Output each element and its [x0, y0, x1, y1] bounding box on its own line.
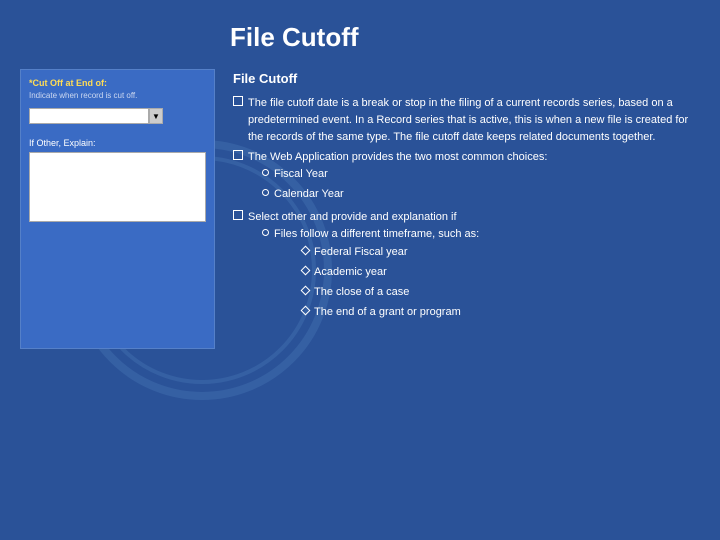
sub-bullet-fiscal: Fiscal Year	[262, 166, 547, 183]
bullet-2-text: The Web Application provides the two mos…	[248, 149, 547, 166]
bullet-3-content: Select other and provide and explanation…	[248, 209, 479, 326]
form-panel: *Cut Off at End of: Indicate when record…	[20, 69, 215, 349]
content-area: *Cut Off at End of: Indicate when record…	[0, 69, 720, 349]
cutoff-input-row: ▼	[29, 108, 206, 124]
bullet-2: The Web Application provides the two mos…	[233, 149, 700, 206]
circle-icon-files	[262, 229, 269, 236]
bullet-3-text: Select other and provide and explanation…	[248, 209, 479, 226]
sub-bullet-files-content: Files follow a different timeframe, such…	[274, 226, 479, 323]
subsub-close-text: The close of a case	[314, 284, 409, 301]
sub-bullet-fiscal-text: Fiscal Year	[274, 166, 328, 183]
dropdown-arrow-icon[interactable]: ▼	[149, 108, 163, 124]
subsub-academic-text: Academic year	[314, 264, 387, 281]
other-label: If Other, Explain:	[29, 138, 206, 148]
subsub-federal-text: Federal Fiscal year	[314, 244, 408, 261]
sub-bullet-files-text: Files follow a different timeframe, such…	[274, 226, 479, 243]
subsub-federal: Federal Fiscal year	[302, 244, 479, 261]
cutoff-input[interactable]	[29, 108, 149, 124]
bullet-square-icon-2	[233, 150, 243, 160]
subsub-academic: Academic year	[302, 264, 479, 281]
diamond-icon-close	[301, 285, 311, 295]
bullet-1-text: The file cutoff date is a break or stop …	[248, 95, 700, 146]
cutoff-field-label: *Cut Off at End of:	[29, 78, 206, 88]
diamond-icon-academic	[301, 265, 311, 275]
sub-bullet-calendar-text: Calendar Year	[274, 186, 344, 203]
text-panel-title: File Cutoff	[233, 69, 700, 89]
bullet-1: The file cutoff date is a break or stop …	[233, 95, 700, 146]
bullet-3: Select other and provide and explanation…	[233, 209, 700, 326]
page-title: File Cutoff	[0, 0, 720, 69]
bullet-square-icon-3	[233, 210, 243, 220]
diamond-icon-grant	[301, 305, 311, 315]
subsub-grant: The end of a grant or program	[302, 304, 479, 321]
diamond-icon-federal	[301, 245, 311, 255]
bullet-2-content: The Web Application provides the two mos…	[248, 149, 547, 206]
circle-icon-fiscal	[262, 169, 269, 176]
circle-icon-calendar	[262, 189, 269, 196]
subsub-grant-text: The end of a grant or program	[314, 304, 461, 321]
text-panel: File Cutoff The file cutoff date is a br…	[233, 69, 700, 349]
bullet-square-icon-1	[233, 96, 243, 106]
sub-bullet-calendar: Calendar Year	[262, 186, 547, 203]
cutoff-field-hint: Indicate when record is cut off.	[29, 91, 206, 100]
other-explain-textarea[interactable]	[29, 152, 206, 222]
subsub-close: The close of a case	[302, 284, 479, 301]
sub-bullet-files: Files follow a different timeframe, such…	[262, 226, 479, 323]
